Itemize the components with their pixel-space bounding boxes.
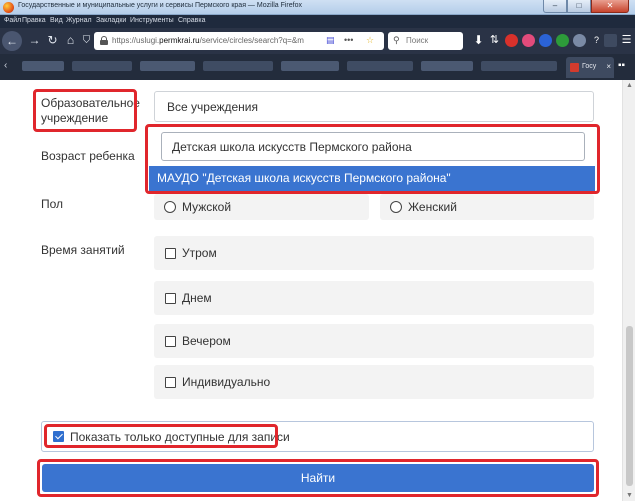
time-individual-option[interactable]: Индивидуально	[154, 365, 594, 399]
tabs-scroll-left-icon[interactable]: ‹	[4, 60, 7, 71]
scrollbar-thumb[interactable]	[626, 326, 633, 486]
institution-label: Образовательное учреждение	[41, 96, 140, 125]
tab-list-icon[interactable]: ▪▪	[618, 60, 625, 71]
bookmark-item[interactable]	[140, 61, 195, 71]
hamburger-menu-icon[interactable]: ☰	[620, 34, 633, 47]
extension-pink-icon[interactable]	[522, 34, 535, 47]
bookmark-item[interactable]	[481, 61, 557, 71]
close-window-button[interactable]: ✕	[591, 0, 629, 13]
institution-suggestion-item[interactable]: МАУДО "Детская школа искусств Пермского …	[149, 166, 595, 191]
tab-close-icon[interactable]: ×	[606, 62, 611, 71]
page-content: Образовательное учреждение Все учреждени…	[0, 80, 622, 501]
age-label: Возраст ребенка	[41, 149, 135, 163]
url-bar[interactable]: https://uslugi.permkrai.ru/service/circl…	[94, 32, 384, 50]
menu-help[interactable]: Справка	[178, 17, 205, 24]
institution-select[interactable]: Все учреждения	[154, 91, 594, 122]
back-arrow-icon[interactable]: ←	[2, 31, 22, 51]
search-bar[interactable]: ⚲ Поиск	[388, 32, 463, 50]
time-day-label: Днем	[182, 291, 212, 305]
gender-female-radio[interactable]	[390, 201, 402, 213]
time-evening-option[interactable]: Вечером	[154, 324, 594, 358]
time-day-checkbox[interactable]	[165, 293, 176, 304]
only-available-option[interactable]: Показать только доступные для записи	[41, 421, 594, 452]
extension-green-icon[interactable]	[556, 34, 569, 47]
time-evening-checkbox[interactable]	[165, 336, 176, 347]
menu-view[interactable]: Вид	[50, 17, 63, 24]
page-scrollbar[interactable]: ▲ ▼	[622, 80, 635, 501]
bookmark-item[interactable]	[281, 61, 339, 71]
nav-toolbar: ← → ↻ ⌂ ⛉ https://uslugi.permkrai.ru/ser…	[0, 28, 635, 54]
bookmark-item[interactable]	[72, 61, 132, 71]
bookmark-star-icon[interactable]: ☆	[366, 35, 374, 46]
only-available-label: Показать только доступные для записи	[70, 430, 290, 444]
extension-grey-icon[interactable]	[573, 34, 586, 47]
gender-male-option[interactable]: Мужской	[154, 194, 369, 220]
tab-active[interactable]: Госу ×	[566, 57, 614, 78]
search-placeholder: Поиск	[406, 36, 429, 45]
time-individual-label: Индивидуально	[182, 375, 271, 389]
window-controls: – □ ✕	[543, 0, 629, 13]
time-morning-checkbox[interactable]	[165, 248, 176, 259]
institution-search-input[interactable]: Детская школа искусств Пермского района	[161, 132, 585, 161]
page-actions-icon[interactable]: •••	[344, 35, 353, 45]
gender-label: Пол	[41, 197, 64, 211]
tab-strip: ‹ Госу × ▪▪	[0, 54, 635, 80]
maximize-button[interactable]: □	[567, 0, 591, 13]
window-title: Государственные и муниципальные услуги и…	[18, 2, 302, 9]
lock-icon	[100, 36, 108, 45]
menu-edit[interactable]: Правка	[22, 17, 46, 24]
firefox-logo-icon	[3, 2, 14, 13]
bookmark-item[interactable]	[203, 61, 273, 71]
time-day-option[interactable]: Днем	[154, 281, 594, 315]
bookmark-item[interactable]	[22, 61, 64, 71]
download-icon[interactable]: ⬇	[472, 34, 485, 47]
menu-bookmarks[interactable]: Закладки	[96, 17, 126, 24]
time-evening-label: Вечером	[182, 334, 231, 348]
adblock-extension-icon[interactable]	[505, 34, 518, 47]
time-morning-option[interactable]: Утром	[154, 236, 594, 270]
time-label: Время занятий	[41, 243, 125, 257]
institution-search-value: Детская школа искусств Пермского района	[172, 139, 412, 154]
minimize-button[interactable]: –	[543, 0, 567, 13]
menu-bar: Файл Правка Вид Журнал Закладки Инструме…	[0, 15, 635, 28]
tab-title: Госу	[582, 63, 597, 70]
menu-file[interactable]: Файл	[4, 17, 21, 24]
gender-female-option[interactable]: Женский	[380, 194, 594, 220]
bookmark-item[interactable]	[347, 61, 413, 71]
gender-male-label: Мужской	[182, 200, 232, 214]
extension-notify-icon[interactable]	[604, 34, 617, 47]
shield-icon[interactable]: ⛉	[78, 32, 95, 49]
home-icon[interactable]: ⌂	[62, 32, 79, 49]
menu-tools[interactable]: Инструменты	[130, 17, 174, 24]
reader-view-icon[interactable]: ▤	[326, 35, 335, 46]
sync-icon[interactable]: ⇅	[488, 34, 501, 47]
url-text: https://uslugi.permkrai.ru/service/circl…	[112, 36, 304, 45]
reload-icon[interactable]: ↻	[44, 32, 61, 49]
time-morning-label: Утром	[182, 246, 217, 260]
extension-blue-icon[interactable]	[539, 34, 552, 47]
search-icon: ⚲	[393, 35, 400, 45]
site-favicon-icon	[570, 63, 579, 72]
forward-arrow-icon[interactable]: →	[26, 32, 43, 49]
gender-female-label: Женский	[408, 200, 457, 214]
window-titlebar: Государственные и муниципальные услуги и…	[0, 0, 635, 15]
bookmark-item[interactable]	[421, 61, 473, 71]
scroll-down-icon[interactable]: ▼	[626, 492, 633, 499]
time-individual-checkbox[interactable]	[165, 377, 176, 388]
only-available-checkbox[interactable]	[53, 431, 64, 442]
extension-question-icon[interactable]: ?	[590, 34, 603, 47]
search-submit-button[interactable]: Найти	[42, 464, 594, 492]
suggestion-label: МАУДО "Детская школа искусств Пермского …	[157, 171, 451, 185]
menu-history[interactable]: Журнал	[66, 17, 92, 24]
gender-male-radio[interactable]	[164, 201, 176, 213]
institution-value: Все учреждения	[167, 99, 259, 114]
scroll-up-icon[interactable]: ▲	[626, 82, 633, 89]
